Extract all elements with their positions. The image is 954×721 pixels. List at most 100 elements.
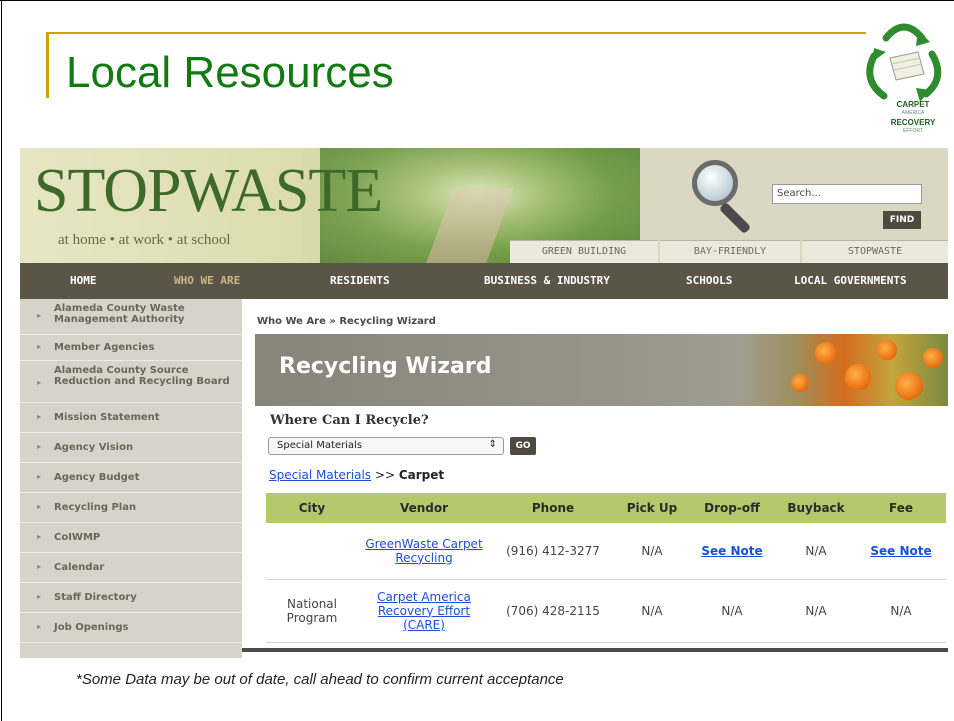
site-logo[interactable]: STOPWASTE (34, 156, 383, 226)
sidebar-item-calendar[interactable]: ▸ Calendar (20, 553, 242, 583)
logo-line1: CARPET (896, 100, 930, 109)
chevron-right-icon: ▸ (37, 592, 42, 601)
find-button[interactable]: FIND (883, 211, 921, 229)
cell-buyback: N/A (776, 579, 856, 643)
poppy-flower (923, 348, 943, 368)
main-navbar: HOME WHO WE ARE RESIDENTS BUSINESS & IND… (20, 263, 948, 299)
sidebar-item-mission-statement[interactable]: ▸ Mission Statement (20, 403, 242, 433)
material-category-select[interactable]: Special Materials ⇕ (268, 437, 504, 455)
sidebar-item-coiwmp[interactable]: ▸ CoIWMP (20, 523, 242, 553)
sidebar-item-acwma[interactable]: ▸ Alameda County Waste Management Author… (20, 299, 242, 335)
chevron-right-icon: ▸ (37, 622, 42, 631)
logo-line3: RECOVERY (890, 118, 936, 127)
column-header-city: City (266, 493, 358, 523)
cell-fee: See Note (856, 523, 946, 580)
table-row: National Program Carpet America Recovery… (266, 579, 946, 643)
sidebar-item-label: Agency Vision (54, 442, 134, 453)
sidebar-item-member-agencies[interactable]: ▸ Member Agencies (20, 335, 242, 361)
go-button[interactable]: GO (510, 437, 536, 455)
chevron-right-icon: ▸ (37, 412, 42, 421)
slide-footnote: *Some Data may be out of date, call ahea… (76, 671, 564, 688)
nav-home[interactable]: HOME (70, 263, 97, 299)
column-header-phone: Phone (490, 493, 616, 523)
cell-city (266, 523, 358, 580)
special-materials-link[interactable]: Special Materials (269, 468, 371, 482)
sidebar: ▸ Alameda County Waste Management Author… (20, 299, 242, 658)
cell-pickup: N/A (616, 523, 688, 580)
cell-dropoff: N/A (688, 579, 776, 643)
sidebar-item-label: Job Openings (54, 622, 129, 633)
chevron-right-icon: ▸ (37, 562, 42, 571)
where-can-i-recycle-heading: Where Can I Recycle? (270, 413, 429, 428)
sidebar-item-label: Staff Directory (54, 592, 137, 603)
sidebar-item-agency-vision[interactable]: ▸ Agency Vision (20, 433, 242, 463)
poppy-flower (845, 364, 871, 390)
chevron-right-icon: ▸ (37, 472, 42, 481)
slide-border-left (1, 0, 2, 721)
vendor-link[interactable]: GreenWaste Carpet Recycling (365, 537, 482, 565)
nav-local-governments[interactable]: LOCAL GOVERNMENTS (794, 263, 907, 299)
site-banner: STOPWASTE at home • at work • at school … (20, 148, 948, 263)
material-breadcrumb: Special Materials >> Carpet (269, 468, 444, 482)
title-accent-line (46, 32, 866, 34)
tab-stopwaste[interactable]: STOPWASTE (802, 240, 948, 263)
logo-line2: AMERICA (901, 110, 925, 116)
tab-green-building[interactable]: GREEN BUILDING (510, 240, 658, 263)
cell-vendor: GreenWaste Carpet Recycling (358, 523, 490, 580)
chevron-right-icon: ▸ (37, 532, 42, 541)
sidebar-item-label: Member Agencies (54, 342, 155, 353)
tab-bay-friendly[interactable]: BAY-FRIENDLY (660, 240, 800, 263)
vendor-link[interactable]: Carpet America Recovery Effort (CARE) (377, 590, 471, 632)
cell-buyback: N/A (776, 523, 856, 580)
nav-who-we-are[interactable]: WHO WE ARE (174, 263, 240, 299)
sidebar-item-staff-directory[interactable]: ▸ Staff Directory (20, 583, 242, 613)
table-header-row: City Vendor Phone Pick Up Drop-off Buyba… (266, 493, 946, 523)
cell-fee: N/A (856, 579, 946, 643)
screenshot-bottom-edge (242, 648, 948, 652)
sidebar-item-agency-budget[interactable]: ▸ Agency Budget (20, 463, 242, 493)
slide-border-top (0, 0, 954, 1)
magnifier-icon (692, 160, 738, 206)
cell-phone: (916) 412-3277 (490, 523, 616, 580)
wizard-header: Recycling Wizard (255, 334, 948, 406)
chevron-right-icon: ▸ (37, 378, 42, 387)
chevron-right-icon: ▸ (37, 311, 42, 320)
select-value: Special Materials (277, 440, 363, 451)
column-header-dropoff: Drop-off (688, 493, 776, 523)
poppy-flower (895, 372, 923, 400)
breadcrumb-current: Carpet (398, 468, 445, 482)
sidebar-item-label: Alameda County Source Reduction and Recy… (54, 365, 230, 387)
cell-phone: (706) 428-2115 (490, 579, 616, 643)
sidebar-item-source-reduction-board[interactable]: ▸ Alameda County Source Reduction and Re… (20, 361, 242, 403)
sidebar-item-job-openings[interactable]: ▸ Job Openings (20, 613, 242, 643)
sidebar-item-recycling-plan[interactable]: ▸ Recycling Plan (20, 493, 242, 523)
chevron-right-icon: ▸ (37, 342, 42, 351)
title-accent-bar (46, 32, 49, 98)
column-header-fee: Fee (856, 493, 946, 523)
column-header-vendor: Vendor (358, 493, 490, 523)
search-input[interactable]: Search... (772, 184, 922, 204)
vendor-table: City Vendor Phone Pick Up Drop-off Buyba… (266, 493, 946, 643)
dropoff-note-link[interactable]: See Note (701, 544, 762, 558)
logo-line4: EFFORT (903, 128, 923, 134)
site-tagline: at home • at work • at school (58, 232, 231, 248)
fee-note-link[interactable]: See Note (870, 544, 931, 558)
sidebar-item-label: Agency Budget (54, 472, 140, 483)
nav-residents[interactable]: RESIDENTS (330, 263, 390, 299)
cell-city: National Program (266, 579, 358, 643)
column-header-pickup: Pick Up (616, 493, 688, 523)
cell-vendor: Carpet America Recovery Effort (CARE) (358, 579, 490, 643)
sidebar-item-label: Recycling Plan (54, 502, 137, 513)
poppy-flower (877, 340, 897, 360)
nav-business-industry[interactable]: BUSINESS & INDUSTRY (484, 263, 610, 299)
cell-pickup: N/A (616, 579, 688, 643)
sidebar-item-label: Mission Statement (54, 412, 160, 423)
logo-text: CARPET AMERICA RECOVERY EFFORT (878, 100, 948, 136)
sidebar-item-label: CoIWMP (54, 532, 101, 543)
poppy-flower (815, 342, 837, 364)
cell-dropoff: See Note (688, 523, 776, 580)
nav-schools[interactable]: SCHOOLS (686, 263, 732, 299)
breadcrumb-separator: >> (374, 468, 395, 482)
slide-title: Local Resources (66, 48, 394, 97)
poppy-flower (791, 374, 809, 392)
